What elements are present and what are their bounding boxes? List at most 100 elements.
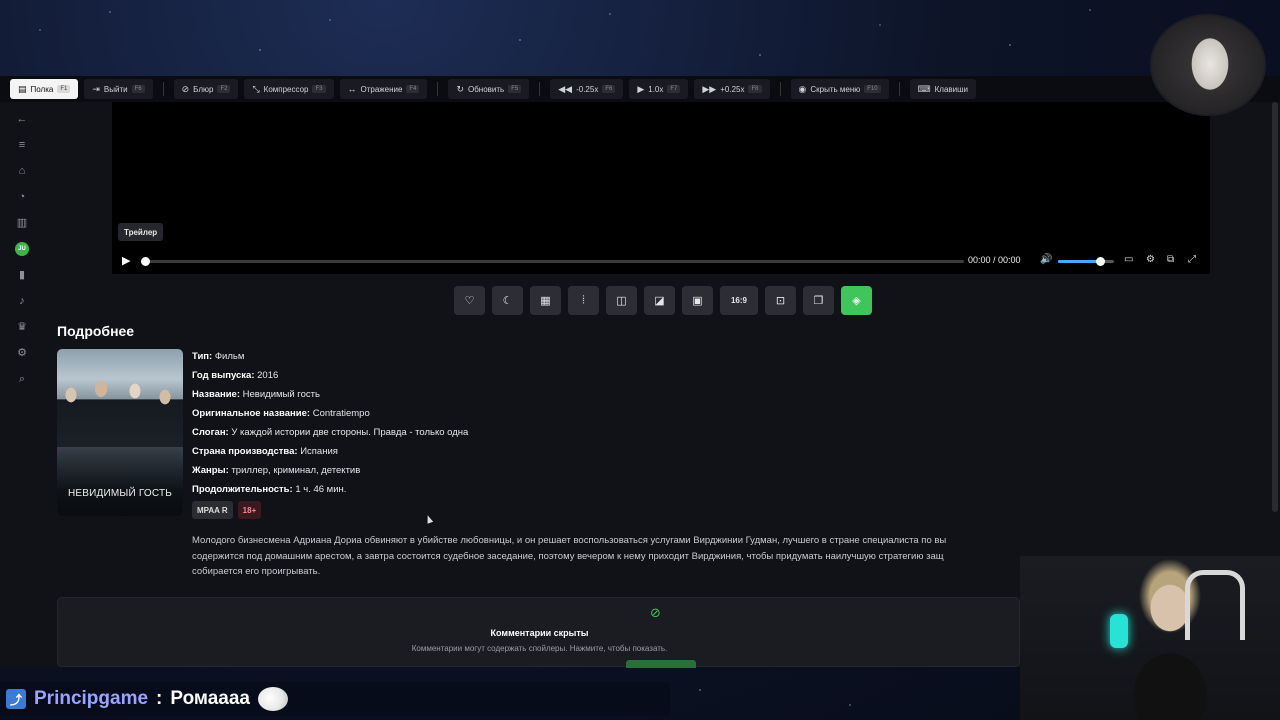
screenshot-button[interactable]: ⊡	[765, 286, 796, 315]
emote-icon	[258, 687, 289, 711]
volume-slider[interactable]	[1058, 257, 1114, 266]
split-view-button[interactable]: ◫	[606, 286, 637, 315]
bell-icon[interactable]: ♪	[15, 294, 29, 308]
compressor-button[interactable]: ⤡ Компрессор F3	[244, 79, 334, 99]
speed-up-button[interactable]: ▶▶ +0.25x F8	[694, 79, 770, 99]
info-label: Год выпуска:	[192, 370, 255, 381]
description-line: собирается его проигрывать.	[192, 566, 321, 577]
waveform-icon: ⦙	[582, 294, 585, 306]
exit-key: F6	[131, 85, 145, 93]
menu-icon[interactable]: ≡	[15, 138, 29, 152]
player-controls: ▶ 00:00 / 00:00 🔊 ▭ ⚙ ⧉ ⤢	[112, 251, 1210, 271]
speed-button[interactable]: ▶ 1.0x F7	[629, 79, 689, 99]
progress-bar[interactable]	[141, 257, 964, 266]
info-value: Невидимый гость	[242, 389, 320, 400]
volume-knob[interactable]	[1096, 257, 1105, 266]
shelf-icon: ▤	[18, 83, 27, 94]
streamer-webcam	[1020, 556, 1280, 720]
history-icon[interactable]: ◔	[15, 190, 29, 204]
favorite-button[interactable]: ♡	[454, 286, 485, 315]
book-icon[interactable]: ▥	[15, 216, 29, 230]
info-value: Contratiempo	[312, 408, 370, 419]
toolbar-divider	[779, 82, 781, 96]
player-action-bar: ♡ ☾ ▦ ⦙ ◫ ◪ ▣ 16:9 ⊡ ❐ ◈	[454, 286, 872, 316]
video-player[interactable]: Трейлер ▶ 00:00 / 00:00 🔊 ▭ ⚙ ⧉ ⤢	[112, 102, 1210, 274]
blur-button[interactable]: ⊘ Блюр F2	[173, 79, 239, 99]
movie-info: Тип: Фильм Год выпуска: 2016 Название: Н…	[192, 351, 468, 503]
shelf-key: F1	[57, 85, 71, 93]
refresh-label: Обновить	[467, 84, 505, 94]
top-toolbar: ▤ Полка F1 ⇥ Выйти F6 ⊘ Блюр F2 ⤡ Компре…	[0, 76, 1280, 102]
play-icon[interactable]: ▶	[122, 254, 130, 267]
mirror-key: F4	[406, 85, 420, 93]
night-mode-button[interactable]: ☾	[492, 286, 523, 315]
toolbar-divider	[437, 82, 439, 96]
chat-message: Ромаааа	[170, 688, 251, 709]
picture-button[interactable]: ◪	[644, 286, 675, 315]
settings-gear-icon[interactable]: ⚙	[1146, 254, 1155, 265]
info-value: триллер, криминал, детектив	[231, 465, 361, 476]
refresh-key: F5	[508, 85, 522, 93]
info-value: Фильм	[214, 351, 245, 362]
grid-button[interactable]: ▦	[530, 286, 561, 315]
mpaa-badge: MPAA R	[192, 501, 233, 519]
page-scrollbar[interactable]	[1272, 102, 1278, 512]
grid-icon: ▦	[540, 295, 551, 307]
keys-label: Клавиши	[934, 84, 968, 94]
comments-hidden-panel[interactable]: ⊘ Комментарии скрыты Комментарии могут с…	[57, 597, 1020, 668]
search-icon[interactable]: ⌕	[15, 372, 29, 386]
refresh-button[interactable]: ↻ Обновить F5	[448, 79, 530, 99]
hide-menu-label: Скрыть меню	[810, 84, 861, 94]
exit-icon: ⇥	[92, 83, 100, 94]
speed-down-button[interactable]: ◀◀ -0.25x F6	[550, 79, 624, 99]
chat-badge-icon: ⤴	[6, 689, 26, 709]
info-label: Слоган:	[192, 427, 229, 438]
shelf-button[interactable]: ▤ Полка F1	[10, 79, 79, 99]
keyboard-icon: ⌨	[917, 83, 931, 94]
pip-icon: ▣	[692, 295, 703, 307]
back-arrow-icon[interactable]: ←	[15, 112, 29, 126]
layers-button[interactable]: ◈	[841, 286, 872, 315]
keys-button[interactable]: ⌨ Клавиши	[909, 79, 976, 99]
show-comments-button[interactable]	[626, 660, 696, 668]
refresh-icon: ↻	[456, 83, 464, 94]
layers-icon: ◈	[852, 295, 861, 307]
mirror-label: Отражение	[360, 84, 403, 94]
pip-button[interactable]: ▣	[682, 286, 713, 315]
speed-down-label: -0.25x	[576, 84, 599, 94]
compressor-key: F3	[312, 85, 326, 93]
rating-badges: MPAA R 18+	[192, 501, 262, 519]
sidebar: ← ≡ ⌂ ◔ ▥ JU ▮ ♪ ♛ ⚙ ⌕	[0, 102, 44, 667]
progress-knob[interactable]	[141, 257, 150, 266]
home-icon[interactable]: ⌂	[15, 164, 29, 178]
settings-icon[interactable]: ⚙	[15, 346, 29, 360]
headphones-light	[1110, 614, 1128, 648]
copy-button[interactable]: ❐	[803, 286, 834, 315]
external-link-icon[interactable]: ⧉	[1167, 254, 1174, 265]
speed-up-key: F8	[748, 85, 762, 93]
trophy-icon[interactable]: ♛	[15, 320, 29, 334]
description-line: Молодого бизнесмена Адриана Дориа обвиня…	[192, 535, 947, 546]
shelf-label: Полка	[30, 84, 54, 94]
eye-off-icon: ⊘	[181, 83, 190, 94]
toolbar-divider	[539, 82, 541, 96]
mirror-button[interactable]: ↔ Отражение F4	[339, 79, 428, 99]
audio-button[interactable]: ⦙	[568, 286, 599, 315]
chat-username: Principgame	[34, 688, 149, 709]
info-row-country: Страна производства: Испания	[192, 446, 468, 465]
avatar-webcam-overlay	[1150, 14, 1266, 116]
info-row-original-title: Оригинальное название: Contratiempo	[192, 408, 468, 427]
volume-icon[interactable]: 🔊	[1040, 254, 1052, 265]
jut-badge-icon[interactable]: JU	[15, 242, 29, 256]
chat-separator: :	[156, 688, 163, 709]
info-value: 1 ч. 46 мин.	[295, 484, 347, 495]
aspect-ratio-button[interactable]: 16:9	[720, 286, 758, 315]
bookmark-icon[interactable]: ▮	[15, 268, 29, 282]
eye-off-icon: ⊘	[650, 605, 661, 620]
hide-menu-button[interactable]: ◉ Скрыть меню F10	[790, 79, 889, 99]
exit-label: Выйти	[103, 84, 128, 94]
volume-fill	[1058, 260, 1100, 263]
exit-button[interactable]: ⇥ Выйти F6	[84, 79, 153, 99]
fullscreen-icon[interactable]: ⤢	[1188, 254, 1196, 265]
subtitles-icon[interactable]: ▭	[1124, 254, 1133, 265]
